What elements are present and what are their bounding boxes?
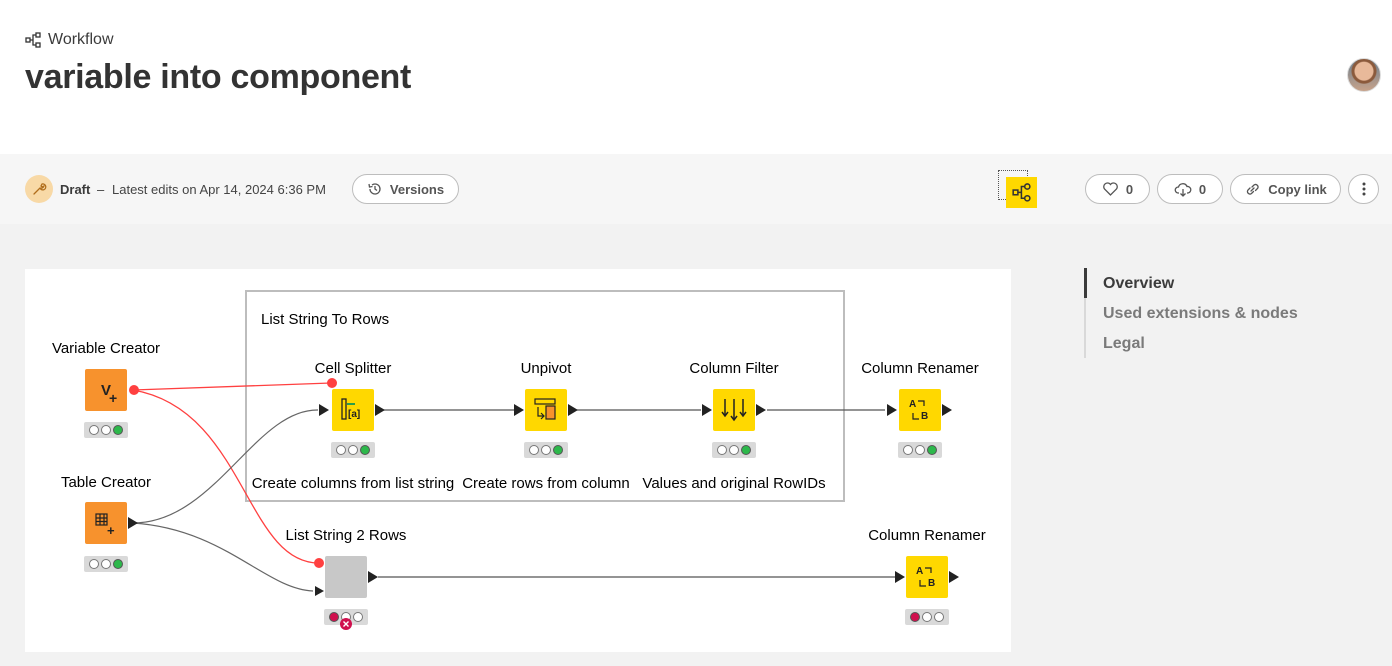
last-edits-text: Latest edits on Apr 14, 2024 6:36 PM [112, 182, 326, 197]
versions-button[interactable]: Versions [352, 174, 459, 204]
node-status-traffic-light [84, 422, 128, 438]
node-label: List String 2 Rows [286, 527, 407, 544]
flow-variable-port[interactable] [314, 558, 324, 568]
svg-text:+: + [109, 390, 117, 406]
node-label: Unpivot [521, 360, 573, 377]
node-status-traffic-light [712, 442, 756, 458]
workflow-view-button[interactable] [1006, 177, 1037, 208]
breadcrumb-label: Workflow [48, 31, 114, 48]
node-label: Column Renamer [868, 527, 986, 544]
column-filter-node[interactable] [713, 389, 755, 431]
unpivot-node[interactable] [525, 389, 567, 431]
input-port[interactable] [895, 571, 905, 583]
column-renamer-node[interactable]: A B [899, 389, 941, 431]
link-icon [1247, 183, 1259, 195]
like-count: 0 [1125, 181, 1134, 197]
input-port[interactable] [702, 404, 712, 416]
flow-variable-port[interactable] [327, 378, 337, 388]
side-nav-legal[interactable]: Legal [1103, 335, 1145, 353]
history-icon [368, 183, 381, 195]
workflow-diagram[interactable]: List String To Rows Variable Creator V +… [25, 269, 1011, 652]
node-caption: Create rows from column [462, 475, 630, 492]
wrench-icon [33, 183, 47, 195]
output-port[interactable] [368, 571, 378, 583]
svg-text:B: B [921, 411, 928, 422]
variable-creator-node[interactable]: V + [85, 369, 127, 411]
flow-variable-connection [132, 382, 332, 391]
draft-badge [25, 175, 53, 203]
draft-status: Draft [60, 182, 91, 197]
svg-text:B: B [928, 578, 935, 589]
status-separator: – [97, 182, 105, 197]
output-port[interactable] [128, 517, 138, 529]
side-nav-overview[interactable]: Overview [1103, 275, 1174, 293]
copy-link-label: Copy link [1268, 181, 1327, 197]
node-status-traffic-light [524, 442, 568, 458]
svg-text:+: + [107, 523, 115, 538]
page-title: variable into component [25, 58, 412, 96]
side-nav-active-indicator [1084, 268, 1087, 298]
more-options-button[interactable] [1348, 174, 1379, 204]
input-port[interactable] [315, 586, 324, 596]
output-port[interactable] [375, 404, 385, 416]
versions-label: Versions [389, 181, 445, 197]
more-vertical-icon [1362, 182, 1365, 196]
node-status-traffic-light [905, 609, 949, 625]
output-port[interactable] [942, 404, 952, 416]
column-renamer-node[interactable]: A B [906, 556, 948, 598]
download-count: 0 [1198, 181, 1207, 197]
component-icon [325, 556, 367, 598]
table-creator-node[interactable]: + [85, 502, 127, 544]
side-nav-used-extensions[interactable]: Used extensions & nodes [1103, 305, 1298, 323]
heart-icon [1103, 182, 1118, 196]
breadcrumb[interactable]: Workflow [25, 31, 114, 49]
node-caption: Create columns from list string [252, 475, 455, 492]
svg-text:A: A [909, 399, 916, 410]
workflow-icon [1011, 182, 1031, 202]
svg-text:[a]: [a] [348, 409, 360, 420]
workflow-icon [25, 31, 41, 48]
output-port[interactable] [756, 404, 766, 416]
cloud-download-icon [1174, 183, 1192, 197]
workflow-canvas[interactable]: List String To Rows Variable Creator V +… [25, 269, 1011, 652]
node-label: Cell Splitter [315, 360, 392, 377]
copy-link-button[interactable]: Copy link [1230, 174, 1341, 204]
node-caption: Values and original RowIDs [642, 475, 825, 492]
avatar[interactable] [1347, 58, 1381, 92]
node-label: Variable Creator [52, 340, 160, 357]
node-status-traffic-light [331, 442, 375, 458]
node-status-traffic-light [898, 442, 942, 458]
error-icon [340, 618, 352, 630]
cell-splitter-node[interactable]: [a] [332, 389, 374, 431]
flow-variable-port[interactable] [129, 385, 139, 395]
svg-text:A: A [916, 566, 923, 577]
download-button[interactable]: 0 [1157, 174, 1223, 204]
output-port[interactable] [568, 404, 578, 416]
data-connection [132, 409, 319, 524]
list-string-2-rows-component-node[interactable] [325, 556, 367, 598]
node-label: Column Filter [689, 360, 778, 377]
like-button[interactable]: 0 [1085, 174, 1150, 204]
node-label: Table Creator [61, 474, 151, 491]
input-port[interactable] [514, 404, 524, 416]
output-port[interactable] [949, 571, 959, 583]
node-label: Column Renamer [861, 360, 979, 377]
component-title: List String To Rows [261, 311, 389, 328]
input-port[interactable] [887, 404, 897, 416]
input-port[interactable] [319, 404, 329, 416]
node-status-traffic-light [84, 556, 128, 572]
